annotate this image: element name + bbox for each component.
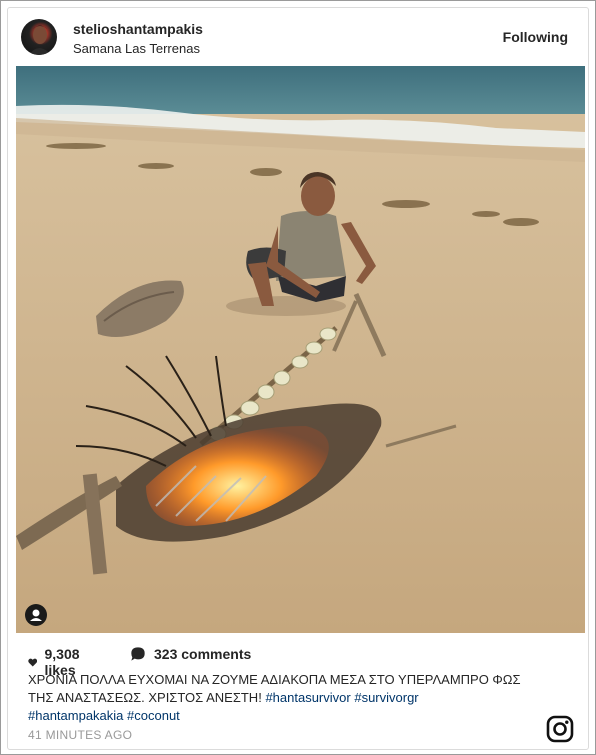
- avatar[interactable]: [21, 19, 57, 55]
- hashtag-link[interactable]: #hantasurvivor: [265, 690, 350, 705]
- post-timestamp[interactable]: 41 MINUTES AGO: [28, 728, 132, 742]
- username-link[interactable]: stelioshantampakis: [73, 21, 203, 37]
- location-link[interactable]: Samana Las Terrenas: [73, 41, 200, 56]
- post-caption: ΧΡΟΝΙΑ ΠΟΛΛΑ ΕΥΧΟΜΑΙ ΝΑ ΖΟΥΜΕ ΑΔΙΑΚΟΠΑ Μ…: [28, 671, 528, 725]
- hashtag-link[interactable]: #coconut: [127, 708, 180, 723]
- post-photo[interactable]: [16, 66, 585, 633]
- comments-count[interactable]: 323 comments: [130, 646, 251, 662]
- hashtag-link[interactable]: #hantampakakia: [28, 708, 123, 723]
- comment-bubble-icon: [131, 647, 145, 661]
- post-header: stelioshantampakis Samana Las Terrenas F…: [9, 9, 574, 63]
- instagram-embed-card: stelioshantampakis Samana Las Terrenas F…: [0, 0, 596, 755]
- heart-icon: [28, 658, 38, 666]
- user-tag-icon[interactable]: [25, 604, 47, 626]
- instagram-icon[interactable]: [546, 715, 574, 743]
- hashtag-link[interactable]: #survivorgr: [354, 690, 418, 705]
- comments-label: 323 comments: [154, 646, 252, 662]
- following-button[interactable]: Following: [503, 29, 568, 45]
